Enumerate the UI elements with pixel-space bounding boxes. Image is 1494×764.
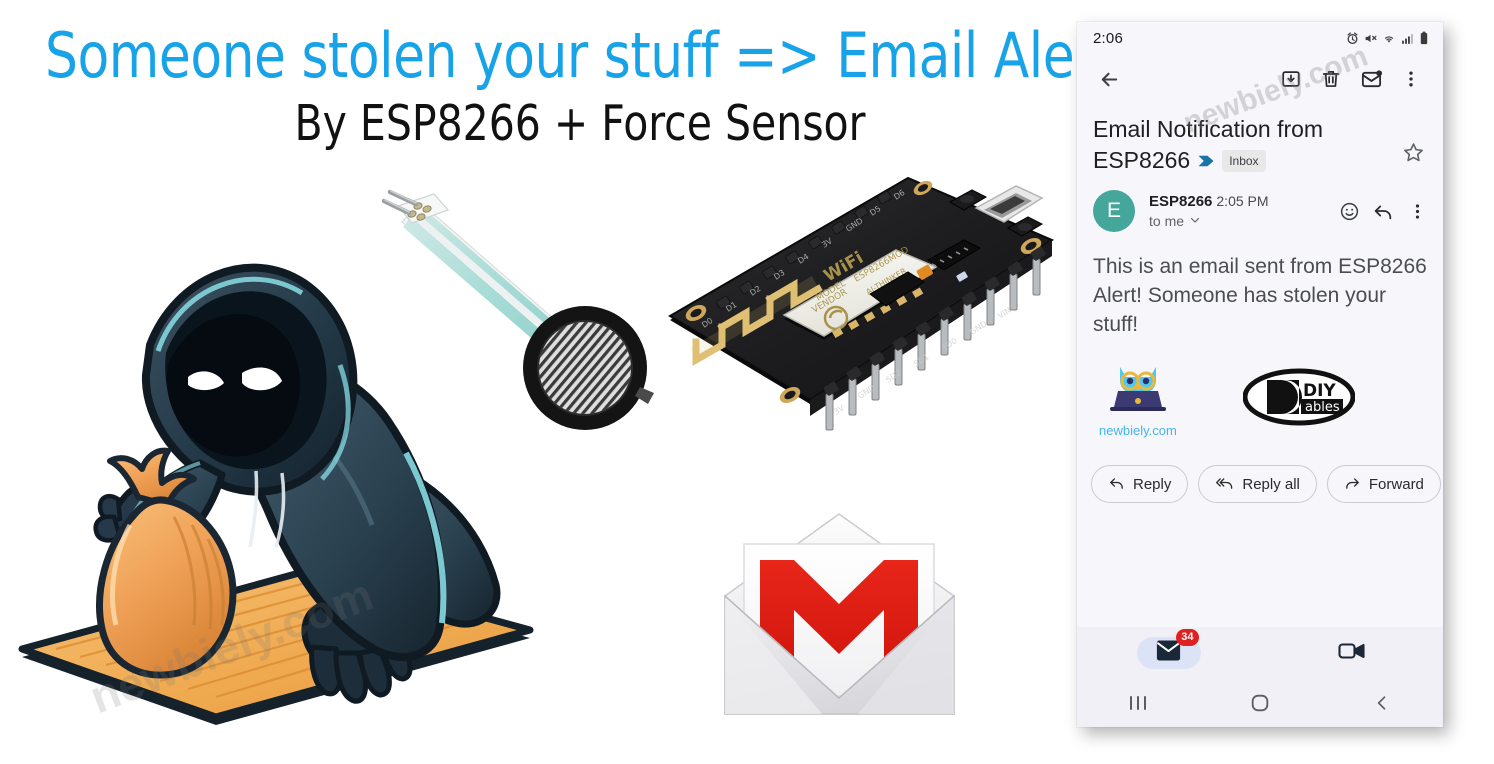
- more-vertical-icon[interactable]: [1391, 59, 1431, 99]
- inbox-label-chip[interactable]: Inbox: [1222, 149, 1266, 172]
- signal-icon: [1401, 32, 1414, 45]
- chevron-down-icon: [1189, 213, 1201, 229]
- emoji-icon[interactable]: [1333, 195, 1365, 227]
- recipient-row[interactable]: to me: [1149, 213, 1333, 229]
- newbiely-logo: newbiely.com: [1099, 361, 1177, 438]
- nav-meet-tab[interactable]: [1260, 640, 1443, 666]
- mail-badge: 34: [1176, 629, 1199, 646]
- more-vertical-icon[interactable]: [1401, 195, 1433, 227]
- email-time: 2:05 PM: [1216, 193, 1269, 209]
- recents-icon[interactable]: [1077, 694, 1199, 712]
- forward-label: Forward: [1368, 475, 1424, 493]
- gmail-toolbar: [1077, 54, 1443, 104]
- archive-icon[interactable]: [1271, 59, 1311, 99]
- mute-icon: [1364, 32, 1377, 45]
- reply-all-label: Reply all: [1242, 475, 1300, 493]
- back-arrow-icon[interactable]: [1089, 59, 1129, 99]
- page-title: Someone stolen your stuff => Email Alert: [45, 19, 1115, 92]
- reply-all-button[interactable]: Reply all: [1198, 465, 1317, 503]
- wifi-icon: [1382, 32, 1396, 45]
- android-system-nav: [1077, 679, 1443, 727]
- sender-name: ESP8266: [1149, 193, 1213, 210]
- reply-all-icon: [1215, 474, 1234, 495]
- subject-line-1: Email Notification from: [1093, 116, 1324, 142]
- sender-name-row: ESP8266 2:05 PM: [1149, 193, 1333, 210]
- email-action-buttons: Reply Reply all Forward: [1077, 438, 1443, 520]
- newbiely-logo-text: newbiely.com: [1099, 423, 1177, 438]
- gmail-icon: [702, 502, 977, 737]
- email-subject: Email Notification from ESP8266 Inbox: [1093, 114, 1397, 176]
- email-body-line-1: This is an email sent from ESP8266: [1093, 255, 1427, 278]
- email-subject-row: Email Notification from ESP8266 Inbox: [1077, 104, 1443, 184]
- svg-text:3V: 3V: [832, 403, 846, 417]
- gmail-bottom-nav: 34: [1077, 627, 1443, 679]
- fsr-sensing-pad: [523, 306, 654, 430]
- status-time: 2:06: [1093, 29, 1123, 47]
- sender-actions: [1333, 195, 1433, 227]
- reply-arrow-icon[interactable]: [1367, 195, 1399, 227]
- back-icon[interactable]: [1321, 693, 1443, 713]
- phone-status-bar: 2:06: [1077, 22, 1443, 54]
- svg-text:ables: ables: [1305, 400, 1340, 415]
- force-sensor-image: [381, 182, 682, 437]
- alarm-icon: [1346, 31, 1359, 45]
- reply-label: Reply: [1133, 475, 1172, 493]
- status-icons: [1346, 31, 1429, 45]
- avatar: E: [1093, 190, 1135, 232]
- email-body-line-2: Alert! Someone has stolen your stuff!: [1093, 284, 1386, 336]
- esp8266-board-image: MODEL VENDOR ESP8266MOD AI-THINKER 2.4GH…: [660, 172, 1060, 437]
- forward-icon: [1344, 474, 1361, 495]
- mark-unread-icon[interactable]: [1351, 59, 1391, 99]
- reply-icon: [1108, 474, 1125, 495]
- subject-line-2: ESP8266: [1093, 147, 1191, 173]
- battery-icon: [1419, 31, 1429, 45]
- svg-text:DIY: DIY: [1303, 381, 1336, 401]
- reply-button[interactable]: Reply: [1091, 465, 1189, 503]
- star-outline-icon[interactable]: [1397, 136, 1429, 168]
- email-body: This is an email sent from ESP8266 Alert…: [1077, 238, 1443, 339]
- recipient-label: to me: [1149, 213, 1185, 229]
- phone-mockup: 2:06 Email Notification from ESP8266 Inb…: [1077, 22, 1443, 727]
- thief-hood: [141, 263, 358, 496]
- trash-icon[interactable]: [1311, 59, 1351, 99]
- poster-canvas: Someone stolen your stuff => Email Alert…: [0, 0, 1494, 764]
- email-sender-row: E ESP8266 2:05 PM to me: [1077, 184, 1443, 238]
- page-subtitle: By ESP8266 + Force Sensor: [294, 95, 866, 152]
- diyables-logo: DIY ables: [1242, 368, 1356, 431]
- nav-mail-tab[interactable]: 34: [1077, 629, 1260, 669]
- forward-button[interactable]: Forward: [1326, 465, 1441, 503]
- sender-meta: ESP8266 2:05 PM to me: [1149, 193, 1333, 229]
- home-icon[interactable]: [1199, 692, 1321, 714]
- label-arrow-icon: [1197, 145, 1215, 176]
- video-camera-icon: [1337, 640, 1366, 666]
- email-logos: newbiely.com DIY ables: [1077, 339, 1443, 438]
